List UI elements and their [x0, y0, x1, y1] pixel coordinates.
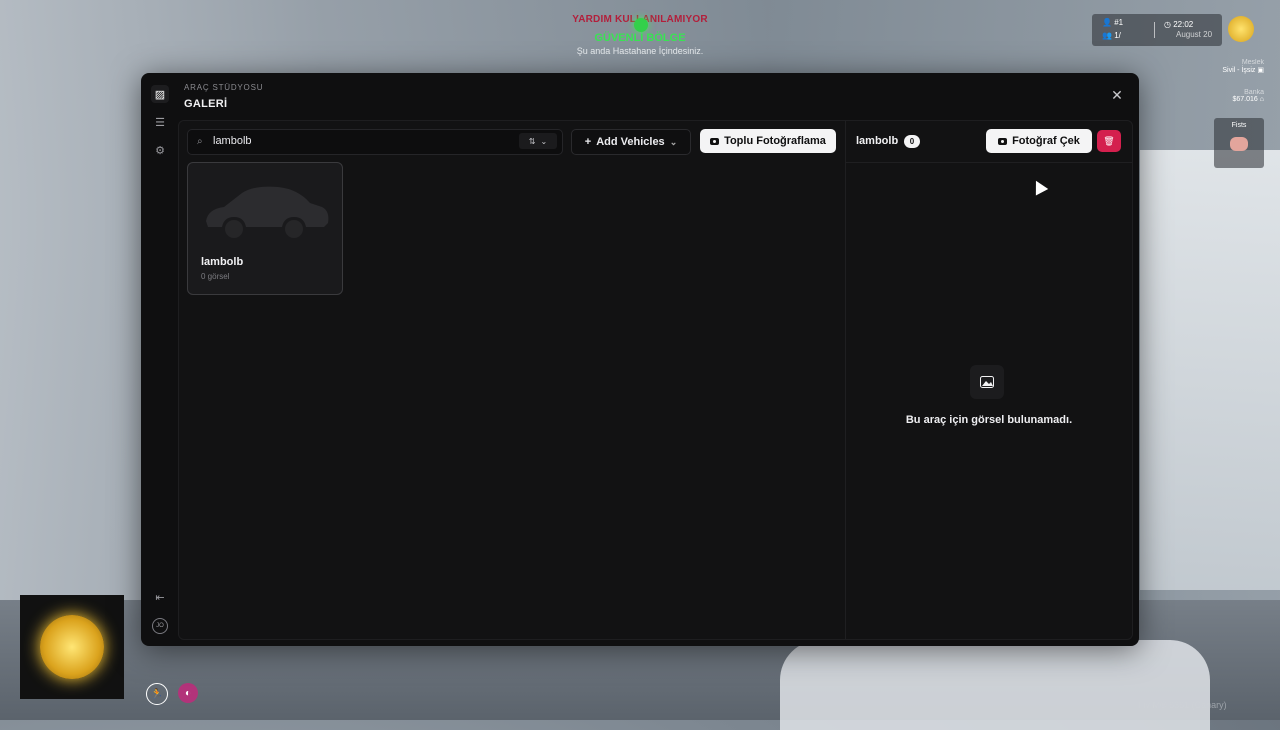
chevron-down-icon: ⌄ — [669, 136, 678, 147]
search-box: ⌕ ⇅ ⌄ — [187, 129, 563, 155]
camera-icon — [710, 137, 720, 145]
sort-icon: ⇅ — [528, 136, 536, 146]
fist-icon — [1230, 137, 1248, 151]
brain-icon: ◐ — [178, 683, 198, 703]
image-count-badge: 0 — [904, 135, 920, 148]
car-silhouette-icon — [206, 186, 329, 238]
chevron-down-icon: ⌄ — [540, 136, 548, 146]
date: August 20 — [1176, 30, 1213, 39]
medical-cabinet — [1140, 150, 1280, 590]
bank-icon: ⌂ — [1259, 96, 1264, 103]
weapon-slot: Fists — [1214, 118, 1264, 168]
sliders-icon: ☰ — [155, 116, 165, 129]
clock: ◷ 22:02 — [1164, 20, 1194, 29]
vehicle-studio-modal: ▨ ☰ ⚙ ⇤ JO ARAÇ STÜDYOSU GALERİ ✕ ⌕ ⇅ ⌄ … — [141, 73, 1139, 646]
build-watermark: Fiv M® 6361 (Canary) — [1138, 700, 1227, 710]
brand-logo-icon — [1228, 16, 1254, 42]
gallery-nav-button[interactable]: ▨ — [151, 85, 169, 103]
hospital-bed — [780, 640, 1210, 730]
player-info: 👤 #1 👥 1/ ◷ 22:02 August 20 — [1092, 14, 1222, 46]
vehicle-name: lambolb — [201, 256, 244, 268]
gallery-panel: ⌕ ⇅ ⌄ + Add Vehicles ⌄ Toplu Fotoğraflam… — [178, 120, 1133, 640]
exit-button[interactable]: ⇤ — [151, 588, 169, 606]
modal-kicker: ARAÇ STÜDYOSU — [184, 83, 264, 92]
close-icon: ✕ — [1111, 86, 1123, 103]
running-icon: 🏃 — [146, 683, 168, 705]
sort-button[interactable]: ⇅ ⌄ — [519, 133, 557, 149]
server-emblem-icon — [40, 615, 104, 679]
take-photo-button[interactable]: Fotoğraf Çek — [986, 129, 1092, 153]
empty-image-icon — [970, 365, 1004, 399]
selected-vehicle-name: lambolb — [856, 135, 899, 147]
empty-state-message: Bu araç için görsel bulunamadı. — [905, 414, 1073, 426]
trash-icon: 🗑 — [1103, 135, 1115, 146]
search-input[interactable] — [213, 133, 513, 149]
clock-icon: ◷ — [1164, 20, 1171, 29]
delete-button[interactable]: 🗑 — [1097, 130, 1121, 152]
bank-info: Banka $67.016 ⌂ — [1232, 89, 1265, 103]
briefcase-icon: ▣ — [1257, 67, 1264, 74]
gear-icon: ⚙ — [155, 144, 165, 157]
image-icon: ▨ — [154, 88, 166, 101]
vehicle-card[interactable]: lambolb 0 görsel — [187, 162, 343, 295]
safe-zone-sub: Şu anda Hastahane İçindesiniz. — [576, 46, 704, 56]
search-icon: ⌕ — [197, 136, 203, 147]
player-id: 👤 #1 — [1102, 18, 1124, 27]
safe-zone-icon — [632, 17, 650, 35]
add-vehicles-button[interactable]: + Add Vehicles ⌄ — [571, 129, 691, 155]
camera-icon — [998, 137, 1008, 145]
avatar[interactable]: JO — [152, 618, 168, 634]
job-info: Meslek Sivil - İşsiz ▣ — [1222, 59, 1264, 74]
player-count: 👥 1/ — [1102, 31, 1121, 40]
plus-icon: + — [584, 136, 592, 148]
modal-title: GALERİ — [184, 98, 228, 110]
exit-icon: ⇤ — [155, 591, 165, 604]
bulk-photo-button[interactable]: Toplu Fotoğraflama — [700, 129, 836, 153]
settings-sliders-button[interactable]: ☰ — [151, 113, 169, 131]
vehicle-image-count: 0 görsel — [201, 272, 230, 281]
hud-status: YARDIM KULLANILAMIYOR GÜVENLİ BÖLGE Şu a… — [540, 14, 740, 56]
server-logo — [20, 595, 124, 699]
settings-button[interactable]: ⚙ — [151, 141, 169, 159]
close-button[interactable]: ✕ — [1109, 87, 1125, 103]
